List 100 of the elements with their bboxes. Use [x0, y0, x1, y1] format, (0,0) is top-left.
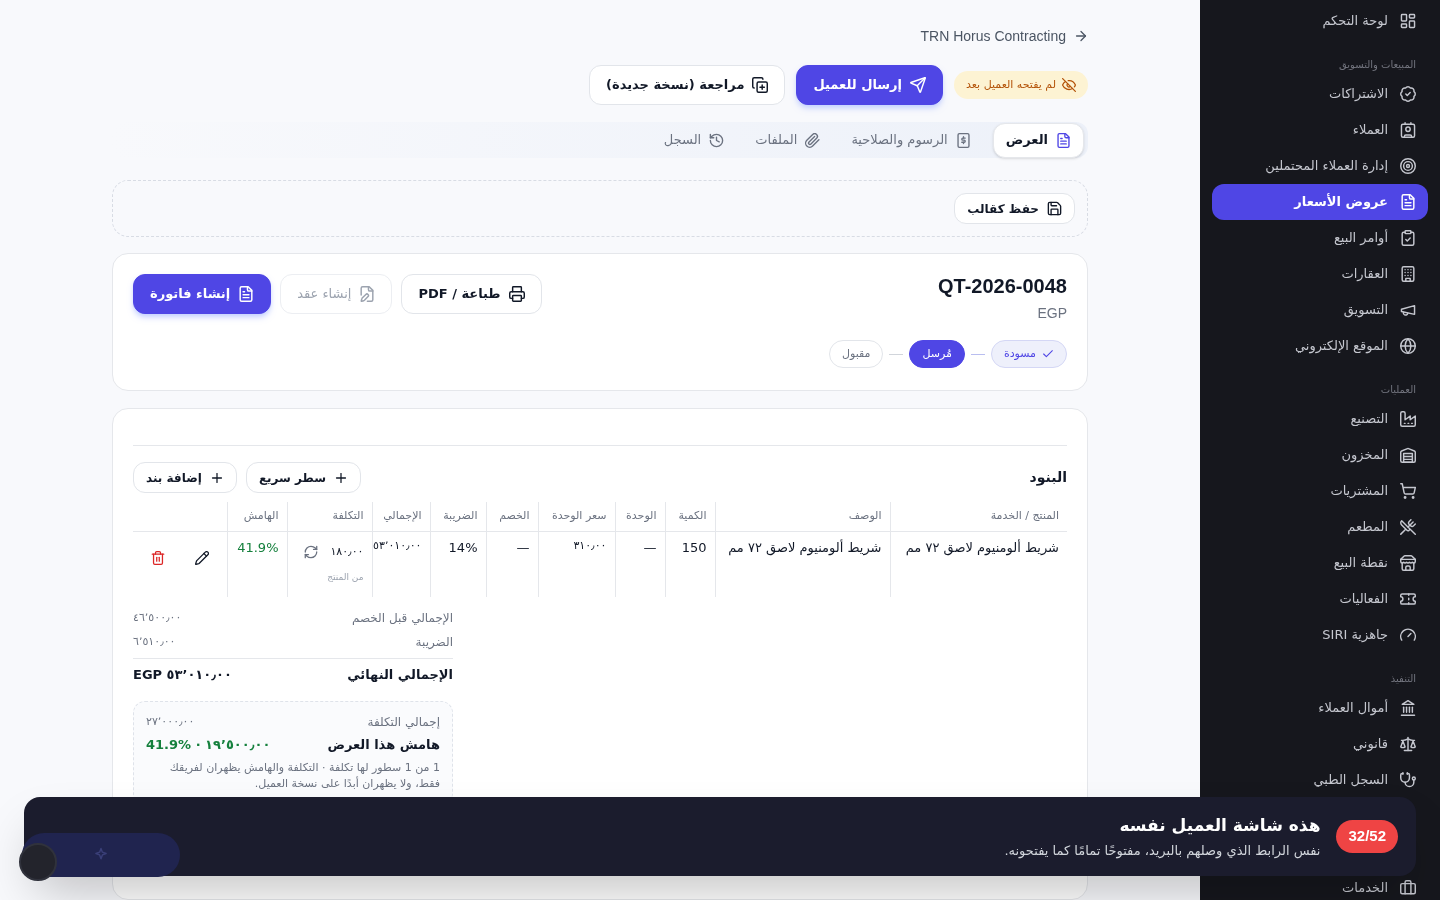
column-header: سعر الوحدة — [538, 502, 615, 531]
badge-check-icon — [1400, 86, 1416, 102]
table-cell: 41.9% — [227, 531, 287, 597]
section-heading: العمليات — [1380, 382, 1416, 397]
tab[interactable]: الملفات — [746, 122, 830, 158]
column-header: الإجمالي — [372, 502, 430, 531]
table-cell: شريط ألومنيوم لاصق ٧٢ مم — [715, 531, 890, 597]
column-header: الوصف — [715, 502, 890, 531]
status-step[interactable]: مقبول — [828, 340, 884, 368]
currency-label: EGP — [1036, 304, 1067, 323]
sidebar-item[interactable]: العملاء — [1212, 112, 1428, 148]
crossed-utensils-icon — [1400, 519, 1416, 535]
sidebar-item[interactable]: المشتريات — [1212, 473, 1428, 509]
document-icon — [238, 286, 255, 302]
history-icon — [709, 132, 725, 148]
stethoscope-icon — [1400, 772, 1416, 788]
storefront-icon — [1400, 555, 1416, 571]
sidebar-item[interactable]: جاهزية SIRI — [1212, 617, 1428, 653]
sidebar-item[interactable]: الخدمات — [1212, 870, 1428, 900]
factory-icon — [1400, 411, 1416, 427]
back-link[interactable]: TRN Horus Contracting — [920, 25, 1088, 47]
cost-total: ٢٧٬٠٠٠٫٠٠ — [146, 713, 195, 730]
table-cell: 150 — [665, 531, 715, 597]
total-value: EGP ٥٣٬٠١٠٫٠٠ — [133, 665, 232, 684]
column-header: الهامش — [227, 502, 287, 531]
cost-source-note: من المنتج — [326, 571, 364, 584]
total-label: الإجمالي قبل الخصم — [351, 610, 453, 627]
cart-icon — [1400, 483, 1416, 499]
sidebar-item[interactable]: أوامر البيع — [1212, 220, 1428, 256]
sidebar-item[interactable]: التصنيع — [1212, 401, 1428, 437]
sidebar-item[interactable]: أموال العملاء — [1212, 690, 1428, 726]
table-cell: — — [486, 531, 538, 597]
total-value: ٤٦٬٥٠٠٫٠٠ — [133, 609, 182, 626]
revision-button[interactable]: مراجعة (نسخة جديدة) — [589, 65, 786, 105]
send-icon — [910, 77, 926, 93]
total-value: ٦٬٥١٠٫٠٠ — [133, 633, 176, 650]
badge-text: لم يفتحه العميل بعد — [966, 76, 1056, 93]
table-cell: ٥٣٬٠١٠٫٠٠ — [372, 531, 430, 597]
trash-icon — [150, 550, 165, 565]
quick-line-button[interactable]: سطر سريع — [245, 462, 361, 493]
sidebar-item[interactable]: عروض الأسعار — [1212, 184, 1428, 220]
save-icon — [1047, 201, 1062, 216]
sidebar-item[interactable]: المخزون — [1212, 437, 1428, 473]
arrow-right-icon — [1074, 29, 1088, 43]
plus-icon — [334, 470, 348, 485]
megaphone-icon — [1400, 302, 1416, 318]
column-header: الوحدة — [615, 502, 665, 531]
section-heading: المبيعات والتسويق — [1339, 57, 1416, 72]
margin-value: ١٩٬٥٠٠٫٠٠ · 41.9% — [146, 736, 271, 755]
bank-icon — [1400, 700, 1416, 716]
scale-icon — [1400, 736, 1416, 752]
paperclip-icon — [805, 132, 821, 148]
sidebar-item[interactable]: الموقع الإلكتروني — [1212, 328, 1428, 364]
section-heading: التنفيذ — [1390, 671, 1416, 686]
sidebar-item[interactable]: العقارات — [1212, 256, 1428, 292]
total-label: الضريبة — [415, 634, 453, 651]
sidebar-item[interactable]: التسويق — [1212, 292, 1428, 328]
edit-button[interactable] — [194, 550, 209, 565]
column-header: الكمية — [665, 502, 715, 531]
table-cell: — — [615, 531, 665, 597]
save-template-button[interactable]: حفظ كقالب — [954, 193, 1075, 224]
sidebar-item[interactable]: قانوني — [1212, 726, 1428, 762]
column-header: الخصم — [486, 502, 538, 531]
sidebar-item[interactable]: لوحة التحكم — [1212, 3, 1428, 39]
column-header: الضريبة — [430, 502, 486, 531]
sidebar-item[interactable]: السجل الطبي — [1212, 762, 1428, 798]
status-step[interactable]: مسودة — [990, 340, 1067, 368]
quote-number: QT-2026-0048 — [938, 274, 1067, 298]
send-button[interactable]: إرسال للعميل — [796, 65, 943, 105]
gauge-icon — [1400, 627, 1416, 643]
sidebar-item[interactable]: نقطة البيع — [1212, 545, 1428, 581]
cost-value: ١٨٠٫٠٠ — [330, 543, 364, 560]
create-invoice-button[interactable]: إنشاء فاتورة — [133, 274, 272, 314]
eye-off-icon — [1062, 78, 1076, 92]
column-header: المنتج / الخدمة — [890, 502, 1067, 531]
column-header: التكلفة — [287, 502, 372, 531]
sidebar-item[interactable]: الفعاليات — [1212, 581, 1428, 617]
tab[interactable]: الرسوم والصلاحية — [842, 122, 980, 158]
add-item-button[interactable]: إضافة بند — [133, 462, 237, 493]
pencil-icon — [194, 550, 209, 565]
dashboard-grid-icon — [1400, 13, 1416, 29]
plus-icon — [209, 470, 224, 485]
table-cell: ٣١٠٫٠٠ — [538, 531, 615, 597]
tab[interactable]: السجل — [654, 122, 734, 158]
status-step[interactable]: مُرسل — [909, 340, 965, 368]
margin-label: هامش هذا العرض — [327, 736, 440, 755]
sidebar-item[interactable]: إدارة العملاء المحتملين — [1212, 148, 1428, 184]
delete-button[interactable] — [150, 550, 165, 565]
document-icon — [1056, 132, 1071, 148]
tab[interactable]: العرض — [992, 122, 1084, 158]
step-counter: 32/52 — [1336, 820, 1398, 853]
check-icon — [1042, 348, 1054, 360]
document-pen-icon — [359, 286, 376, 302]
cost-note: 1 من 1 سطور لها تكلفة · التكلفة والهامش يظهران لفريقك فقط، ولا يظهران أبدًا على نسخة العميل. — [168, 760, 440, 792]
sidebar-item[interactable]: المطعم — [1212, 509, 1428, 545]
dollar-document-icon — [955, 132, 971, 148]
refresh-icon — [304, 544, 319, 559]
sidebar-item[interactable]: الاشتراكات — [1212, 76, 1428, 112]
total-label: الإجمالي النهائي — [347, 665, 453, 684]
print-button[interactable]: طباعة / PDF — [401, 274, 542, 314]
